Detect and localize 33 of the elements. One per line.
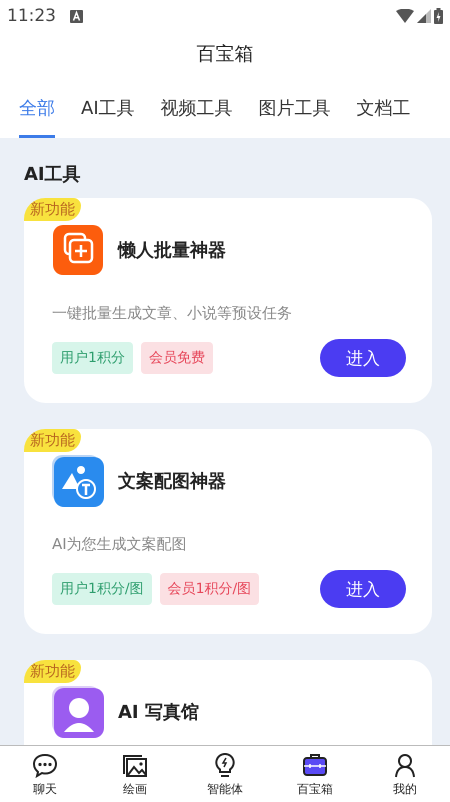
new-feature-badge: 新功能 (24, 660, 81, 683)
new-feature-badge: 新功能 (24, 429, 81, 452)
nav-tab[interactable]: 智能体 (180, 746, 270, 802)
signal-icon (417, 9, 431, 23)
nav-tab[interactable]: 绘画 (90, 746, 180, 802)
app-icon (52, 224, 104, 276)
tool-title: 懒人批量神器 (118, 239, 226, 262)
category-tab[interactable]: AI工具 (81, 76, 135, 138)
member-price-tag: 会员1积分/图 (160, 573, 260, 605)
page-title: 百宝箱 (196, 42, 254, 67)
app-icon (52, 455, 104, 507)
section-title: AI工具 (24, 163, 82, 186)
tool-description: AI为您生成文案配图 (52, 535, 188, 554)
category-tab[interactable]: 文档工 (356, 76, 411, 138)
battery-icon (434, 8, 443, 24)
member-price-tag: 会员免费 (140, 342, 213, 374)
avatar-icon (52, 686, 104, 738)
user-price-tag: 用户1积分 (52, 342, 133, 374)
tool-title: AI 写真馆 (118, 701, 199, 724)
tool-title: 文案配图神器 (118, 470, 226, 493)
new-feature-badge: 新功能 (24, 198, 81, 221)
wifi-icon (396, 9, 414, 23)
nav-tab[interactable]: 我的 (360, 746, 450, 802)
category-tab[interactable]: 图片工具 (258, 76, 331, 138)
category-tab[interactable]: 视频工具 (160, 76, 233, 138)
nav-tab[interactable]: 聊天 (0, 746, 90, 802)
enter-button[interactable]: 进入 (320, 570, 406, 608)
nav-tab[interactable]: 百宝箱 (270, 746, 360, 802)
status-time: 11:23 (7, 6, 56, 26)
enter-button[interactable]: 进入 (320, 339, 406, 377)
notification-icon (70, 10, 83, 22)
tool-description: 一键批量生成文章、小说等预设任务 (52, 304, 293, 323)
user-price-tag: 用户1积分/图 (52, 573, 152, 605)
